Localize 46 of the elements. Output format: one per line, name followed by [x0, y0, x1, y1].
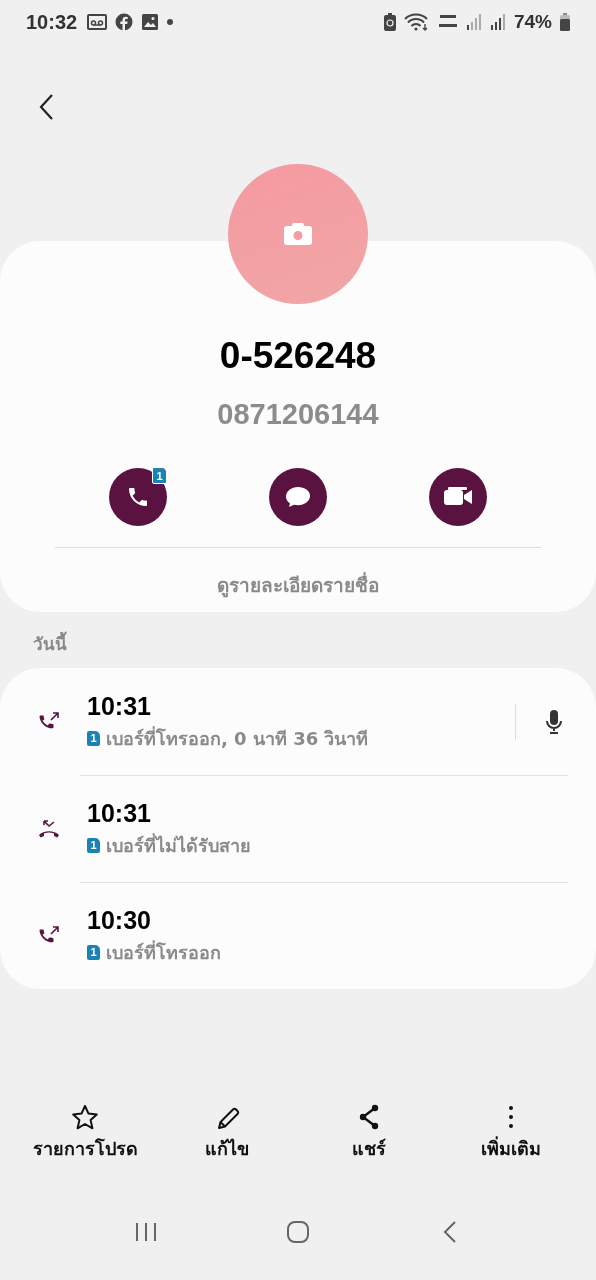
signal-icon — [465, 14, 482, 30]
call-button[interactable]: 1 — [109, 468, 167, 526]
section-title: วันนี้ — [0, 612, 596, 668]
call-description: เบอร์ที่โทรออก, 0 นาที 36 วินาที — [106, 725, 369, 751]
call-log-item[interactable]: 10:31 1 เบอร์ที่ไม่ได้รับสาย — [0, 775, 568, 882]
home-icon — [286, 1220, 310, 1244]
battery-percent: 74% — [513, 11, 552, 33]
sim-badge: 1 — [87, 837, 100, 853]
sim-badge: 1 — [87, 730, 100, 746]
microphone-icon — [545, 708, 563, 735]
call-time: 10:30 — [87, 904, 152, 935]
wifi-icon — [403, 13, 430, 31]
call-time: 10:31 — [87, 690, 152, 721]
edit-button[interactable]: แก้ไข — [156, 1104, 298, 1174]
video-call-button[interactable] — [429, 468, 487, 526]
contact-name: 0-526248 — [219, 335, 377, 377]
image-icon — [141, 13, 160, 31]
back-icon — [442, 1220, 458, 1244]
dot-icon — [167, 19, 174, 25]
signal-icon — [489, 14, 506, 30]
more-button[interactable]: เพิ่มเติม — [440, 1104, 582, 1174]
phone-icon — [126, 485, 150, 509]
social-app-icon — [115, 13, 134, 31]
recent-apps-icon — [134, 1222, 158, 1242]
sim-badge: 1 — [87, 944, 100, 960]
call-log-item[interactable]: 10:31 1 เบอร์ที่โทรออก, 0 นาที 36 วินาที — [0, 668, 568, 775]
battery-saver-icon — [383, 13, 396, 31]
battery-icon — [560, 13, 570, 31]
voicemail-icon — [87, 14, 108, 30]
camera-icon — [283, 222, 313, 246]
share-button[interactable]: แชร์ — [298, 1104, 440, 1174]
status-time: 10:32 — [26, 10, 78, 34]
call-time: 10:31 — [87, 797, 152, 828]
back-icon — [38, 93, 54, 121]
call-description: เบอร์ที่ไม่ได้รับสาย — [106, 832, 251, 858]
sim-badge: 1 — [152, 467, 167, 484]
message-button[interactable] — [269, 468, 327, 526]
missed-call-icon — [38, 817, 60, 840]
phone-number: 0871206144 — [217, 397, 379, 431]
call-log-item[interactable]: 10:30 1 เบอร์ที่โทรออก — [0, 882, 568, 989]
more-icon — [509, 1104, 513, 1130]
video-camera-icon — [443, 486, 473, 508]
favorite-button[interactable]: รายการโปรด — [14, 1104, 156, 1174]
call-description: เบอร์ที่โทรออก — [106, 939, 221, 965]
speech-bubble-icon — [285, 485, 311, 509]
star-icon — [71, 1104, 99, 1130]
